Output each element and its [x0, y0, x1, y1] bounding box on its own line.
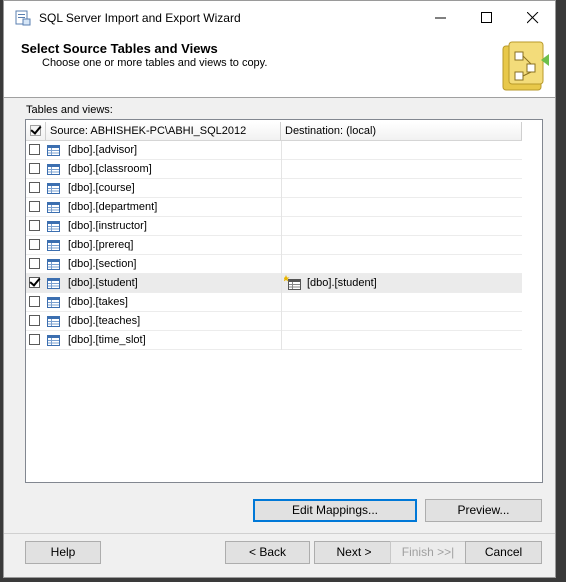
- table-icon: [47, 145, 60, 156]
- preview-button[interactable]: Preview...: [425, 499, 542, 522]
- source-table-name: [dbo].[time_slot]: [68, 334, 146, 346]
- column-divider: [281, 255, 282, 274]
- source-table-name: [dbo].[advisor]: [68, 144, 138, 156]
- column-divider: [281, 236, 282, 255]
- row-checkbox[interactable]: [29, 296, 40, 307]
- source-table-name: [dbo].[instructor]: [68, 220, 147, 232]
- table-row[interactable]: [dbo].[time_slot]: [26, 331, 522, 350]
- source-table-name: [dbo].[classroom]: [68, 163, 152, 175]
- column-divider: [281, 179, 282, 198]
- destination-column-header[interactable]: Destination: (local): [281, 122, 522, 140]
- close-icon: [527, 12, 539, 24]
- table-row[interactable]: [dbo].[instructor]: [26, 217, 522, 236]
- table-icon: [47, 259, 60, 270]
- column-divider: [281, 160, 282, 179]
- table-icon: [47, 202, 60, 213]
- new-table-icon: [282, 275, 302, 291]
- row-checkbox[interactable]: [29, 163, 40, 174]
- select-all-cell[interactable]: [26, 122, 46, 140]
- row-checkbox[interactable]: [29, 315, 40, 326]
- table-icon: [47, 335, 60, 346]
- source-table-name: [dbo].[teaches]: [68, 315, 141, 327]
- select-all-checkbox[interactable]: [30, 125, 41, 136]
- source-column-header[interactable]: Source: ABHISHEK-PC\ABHI_SQL2012: [46, 122, 281, 140]
- column-divider: [281, 217, 282, 236]
- table-row[interactable]: [dbo].[student] [dbo].[student]: [26, 274, 522, 293]
- maximize-icon: [481, 12, 492, 23]
- column-divider: [281, 312, 282, 331]
- wizard-header: Select Source Tables and Views Choose on…: [4, 35, 555, 98]
- table-row[interactable]: [dbo].[department]: [26, 198, 522, 217]
- source-table-name: [dbo].[student]: [68, 277, 138, 289]
- column-divider: [281, 141, 282, 160]
- page-title: Select Source Tables and Views: [21, 41, 218, 56]
- table-icon: [47, 278, 60, 289]
- column-divider: [281, 274, 282, 293]
- source-table-name: [dbo].[prereq]: [68, 239, 134, 251]
- table-row[interactable]: [dbo].[teaches]: [26, 312, 522, 331]
- table-row[interactable]: [dbo].[advisor]: [26, 141, 522, 160]
- finish-button[interactable]: Finish >>|: [390, 541, 466, 564]
- next-button[interactable]: Next >: [314, 541, 394, 564]
- source-table-name: [dbo].[takes]: [68, 296, 128, 308]
- back-button[interactable]: < Back: [225, 541, 310, 564]
- window-title: SQL Server Import and Export Wizard: [39, 11, 241, 25]
- table-row[interactable]: [dbo].[course]: [26, 179, 522, 198]
- row-checkbox[interactable]: [29, 220, 40, 231]
- edit-mappings-button[interactable]: Edit Mappings...: [253, 499, 417, 522]
- table-row[interactable]: [dbo].[section]: [26, 255, 522, 274]
- source-table-name: [dbo].[department]: [68, 201, 158, 213]
- app-icon: [15, 10, 31, 26]
- maximize-button[interactable]: [464, 1, 510, 35]
- row-checkbox[interactable]: [29, 258, 40, 269]
- tables-and-views-label: Tables and views:: [26, 104, 113, 116]
- row-checkbox[interactable]: [29, 144, 40, 155]
- column-divider: [281, 198, 282, 217]
- table-row[interactable]: [dbo].[prereq]: [26, 236, 522, 255]
- row-checkbox[interactable]: [29, 201, 40, 212]
- table-icon: [47, 221, 60, 232]
- row-checkbox[interactable]: [29, 239, 40, 250]
- footer-separator: [4, 533, 555, 534]
- row-checkbox[interactable]: [29, 182, 40, 193]
- destination-table-name[interactable]: [dbo].[student]: [307, 274, 377, 292]
- tables-grid: Source: ABHISHEK-PC\ABHI_SQL2012 Destina…: [25, 119, 543, 483]
- minimize-icon: [435, 17, 446, 19]
- help-button[interactable]: Help: [25, 541, 101, 564]
- wizard-logo-icon: [502, 41, 549, 91]
- grid-header: Source: ABHISHEK-PC\ABHI_SQL2012 Destina…: [26, 122, 522, 141]
- cancel-button[interactable]: Cancel: [465, 541, 542, 564]
- minimize-button[interactable]: [418, 1, 464, 35]
- table-row[interactable]: [dbo].[takes]: [26, 293, 522, 312]
- close-button[interactable]: [510, 1, 556, 35]
- table-icon: [47, 240, 60, 251]
- table-row[interactable]: [dbo].[classroom]: [26, 160, 522, 179]
- wizard-window: SQL Server Import and Export Wizard Sele…: [3, 0, 556, 578]
- table-icon: [47, 164, 60, 175]
- title-bar: SQL Server Import and Export Wizard: [4, 1, 555, 35]
- table-icon: [47, 316, 60, 327]
- row-checkbox[interactable]: [29, 334, 40, 345]
- source-table-name: [dbo].[section]: [68, 258, 137, 270]
- table-icon: [47, 183, 60, 194]
- source-table-name: [dbo].[course]: [68, 182, 135, 194]
- table-icon: [47, 297, 60, 308]
- page-subtitle: Choose one or more tables and views to c…: [42, 57, 268, 69]
- column-divider: [281, 331, 282, 350]
- row-checkbox[interactable]: [29, 277, 40, 288]
- column-divider: [281, 293, 282, 312]
